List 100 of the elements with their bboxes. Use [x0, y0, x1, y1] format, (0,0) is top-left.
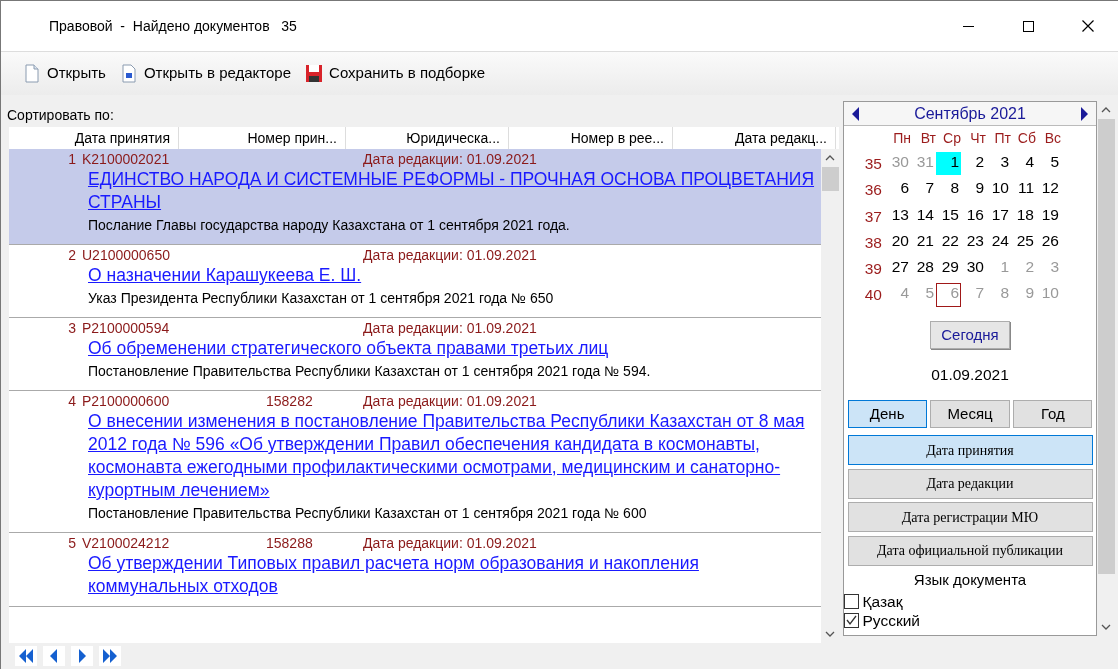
- scrollbar-thumb[interactable]: [1097, 119, 1115, 574]
- sort-label: Сортировать по:: [6, 106, 115, 125]
- calendar-day[interactable]: 25: [1011, 230, 1036, 254]
- row-number: 3: [67, 319, 77, 337]
- document-title-link[interactable]: О внесении изменения в постановление Правительства Республики Казахстан от 8 мая 2012 года № 596 «Об утверждении Правил обеспечения кандидата в космонавты, космонавта ежегодными профилактическими осмотрами, медицинским и санаторно-курортным лечением»: [88, 410, 821, 502]
- calendar-day[interactable]: 1: [936, 152, 961, 176]
- calendar-day[interactable]: 2: [961, 152, 986, 176]
- calendar-day[interactable]: 21: [911, 230, 936, 254]
- word-document-icon: [119, 64, 138, 83]
- edition-date: Дата редакции: 01.09.2021: [363, 392, 537, 410]
- document-title-link[interactable]: ЕДИНСТВО НАРОДА И СИСТЕМНЫЕ РЕФОРМЫ - ПРОЧНАЯ ОСНОВА ПРОЦВЕТАНИЯ СТРАНЫ: [88, 168, 821, 214]
- previous-month-button[interactable]: [850, 105, 860, 122]
- scrollbar-thumb[interactable]: [821, 167, 839, 191]
- language-checkbox[interactable]: Қазақ: [844, 591, 1096, 611]
- period-tab[interactable]: Месяц: [930, 400, 1010, 429]
- today-button[interactable]: Сегодня: [930, 320, 1010, 349]
- document-row[interactable]: 5 V2100024212 158288 Дата редакции: 01.09.2021 Об утверждении Типовых правил расчета норм образования и накопления коммунальных отходов: [9, 533, 821, 607]
- document-description: Послание Главы государства народу Казахстана от 1 сентября 2021 года.: [88, 216, 571, 235]
- calendar-day[interactable]: 14: [911, 204, 936, 228]
- calendar-day[interactable]: 3: [986, 152, 1011, 176]
- last-page-button[interactable]: [99, 646, 121, 666]
- month-title: Сентябрь 2021: [914, 103, 1026, 124]
- date-type-button[interactable]: Дата регистрации МЮ: [847, 502, 1093, 533]
- period-tab[interactable]: Год: [1013, 400, 1093, 429]
- document-title-link[interactable]: О назначении Карашукеева Е. Ш.: [88, 264, 821, 287]
- calendar-day[interactable]: 6: [886, 178, 911, 202]
- document-row[interactable]: 2 U2100000650 Дата редакции: 01.09.2021 О назначении Карашукеева Е. Ш. Указ Президента Республики Казахстан от 1 сентября 2021 года № 650: [9, 245, 821, 318]
- calendar-day[interactable]: 8: [936, 178, 961, 202]
- week-number: 36: [863, 180, 883, 201]
- window-title: Правовой - Найдено документов 35: [49, 16, 298, 36]
- calendar-day[interactable]: 16: [961, 204, 986, 228]
- date-type-button[interactable]: Дата принятия: [847, 435, 1093, 466]
- row-number: 1: [67, 150, 77, 168]
- next-month-button[interactable]: [1080, 105, 1090, 122]
- toolbar-button[interactable]: Сохранить в подборке: [305, 62, 486, 85]
- period-tab[interactable]: День: [847, 400, 927, 429]
- document-title-link[interactable]: Об утверждении Типовых правил расчета норм образования и накопления коммунальных отходов: [88, 552, 821, 598]
- calendar-day[interactable]: 29: [936, 257, 961, 281]
- current-date: 01.09.2021: [931, 365, 1009, 385]
- weekday-label: Вс: [1043, 129, 1061, 148]
- language-checkbox[interactable]: Русский: [844, 610, 1096, 630]
- weekday-label: Сб: [1016, 129, 1036, 148]
- toolbar-button[interactable]: Открыть: [23, 62, 106, 85]
- calendar-day[interactable]: 24: [986, 230, 1011, 254]
- calendar-day[interactable]: 27: [886, 257, 911, 281]
- document-row[interactable]: 1 K2100002021 Дата редакции: 01.09.2021 ЕДИНСТВО НАРОДА И СИСТЕМНЫЕ РЕФОРМЫ - ПРОЧНАЯ ОСНОВА ПРОЦВЕТАНИЯ СТРАНЫ Послание Главы государства народу Казахстана от 1 сентября 2021 года.: [9, 149, 821, 245]
- document-title-link[interactable]: Об обременении стратегического объекта правами третьих лиц: [88, 337, 821, 360]
- edition-date: Дата редакции: 01.09.2021: [363, 150, 537, 168]
- triangle-left-icon: [850, 105, 860, 122]
- week-number: 35: [863, 154, 883, 174]
- calendar-day[interactable]: 17: [986, 204, 1011, 228]
- weekday-label: Пн: [892, 129, 911, 148]
- row-number: 5: [67, 534, 77, 552]
- calendar-day[interactable]: 26: [1036, 230, 1061, 254]
- edition-date: Дата редакции: 01.09.2021: [363, 246, 537, 264]
- chevron-down-icon: [823, 629, 837, 639]
- calendar-day[interactable]: 12: [1036, 178, 1061, 202]
- calendar-day[interactable]: 30: [961, 257, 986, 281]
- calendar-day[interactable]: 13: [886, 204, 911, 228]
- weekday-label: Вт: [919, 129, 936, 148]
- row-number: 2: [67, 246, 77, 264]
- document-code: P2100000600: [82, 392, 171, 410]
- previous-page-button[interactable]: [43, 646, 65, 666]
- maximize-icon: [1022, 20, 1034, 32]
- weekday-label: Ср: [942, 129, 961, 148]
- week-number: 40: [863, 285, 883, 306]
- calendar-day[interactable]: 9: [961, 178, 986, 202]
- calendar-day[interactable]: 10: [986, 178, 1011, 202]
- next-page-button[interactable]: [71, 646, 93, 666]
- toolbar-button[interactable]: Открыть в редакторе: [119, 62, 292, 85]
- calendar-day[interactable]: 15: [936, 204, 961, 228]
- document-description: Постановление Правительства Республики Казахстан от 1 сентября 2021 года № 594.: [88, 362, 652, 381]
- close-icon: [1082, 20, 1094, 32]
- document-code: U2100000650: [82, 246, 171, 264]
- triangle-right-icon: [1080, 105, 1090, 122]
- calendar-day[interactable]: 22: [936, 230, 961, 254]
- date-type-button[interactable]: Дата редакции: [847, 468, 1093, 499]
- date-type-button[interactable]: Дата официальной публикации: [847, 535, 1093, 566]
- document-row[interactable]: 3 P2100000594 Дата редакции: 01.09.2021 Об обременении стратегического объекта правами третьих лиц Постановление Правительства Республики Казахстан от 1 сентября 2021 года № 594.: [9, 318, 821, 391]
- edition-date: Дата редакции: 01.09.2021: [363, 319, 537, 337]
- first-page-button[interactable]: [15, 646, 37, 666]
- calendar-day[interactable]: 4: [1011, 152, 1036, 176]
- document-code: P2100000594: [82, 319, 171, 337]
- calendar-day[interactable]: 28: [911, 257, 936, 281]
- minimize-icon: [962, 25, 974, 27]
- weekday-label: Пт: [993, 129, 1011, 148]
- calendar-day[interactable]: 7: [911, 178, 936, 202]
- calendar-day[interactable]: 5: [1036, 152, 1061, 176]
- document-code: K2100002021: [82, 150, 171, 168]
- language-title: Язык документа: [913, 570, 1027, 591]
- calendar-day[interactable]: 11: [1011, 178, 1036, 202]
- calendar-day[interactable]: 23: [961, 230, 986, 254]
- arrow-icon: [100, 647, 120, 665]
- calendar-day[interactable]: 19: [1036, 204, 1061, 228]
- calendar-day[interactable]: 20: [886, 230, 911, 254]
- document-description: Постановление Правительства Республики Казахстан от 1 сентября 2021 года № 600: [88, 504, 648, 523]
- weekday-label: Чт: [969, 129, 986, 148]
- calendar-day[interactable]: 18: [1011, 204, 1036, 228]
- chevron-up-icon: [823, 153, 837, 163]
- document-code: V2100024212: [82, 534, 171, 552]
